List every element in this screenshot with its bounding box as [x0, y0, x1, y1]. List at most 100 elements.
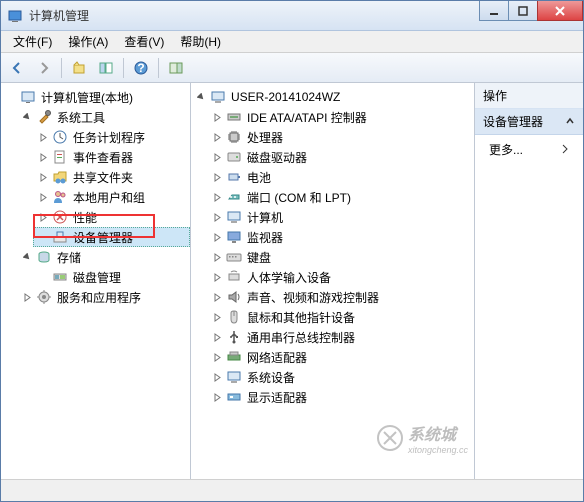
performance-icon: [52, 209, 68, 225]
expand-icon[interactable]: [37, 191, 49, 203]
device-tree[interactable]: USER-20141024WZ IDE ATA/ATAPI 控制器 处理器 磁盘…: [191, 87, 474, 407]
expand-icon[interactable]: [211, 271, 223, 283]
expand-icon[interactable]: [211, 351, 223, 363]
action-more[interactable]: 更多...: [475, 135, 583, 164]
menu-action[interactable]: 操作(A): [60, 31, 116, 52]
forward-button[interactable]: [32, 56, 56, 80]
port-icon: [226, 189, 242, 205]
ide-controller-icon: [226, 109, 242, 125]
collapse-icon[interactable]: [21, 251, 33, 263]
expand-icon[interactable]: [37, 171, 49, 183]
storage-icon: [36, 249, 52, 265]
expand-icon[interactable]: [211, 231, 223, 243]
back-button[interactable]: [5, 56, 29, 80]
expand-icon[interactable]: [211, 151, 223, 163]
disk-drive-icon: [226, 149, 242, 165]
tree-label: 端口 (COM 和 LPT): [245, 188, 353, 207]
device-node-ide[interactable]: IDE ATA/ATAPI 控制器: [207, 107, 474, 127]
show-hide-tree-button[interactable]: [94, 56, 118, 80]
tree-node-disk-management[interactable]: 磁盘管理: [33, 267, 190, 287]
svg-text:?: ?: [137, 61, 144, 75]
system-device-icon: [226, 369, 242, 385]
tree-label: 通用串行总线控制器: [245, 328, 357, 347]
expand-icon[interactable]: [211, 191, 223, 203]
tree-label: 设备管理器: [71, 228, 135, 247]
expand-icon[interactable]: [211, 171, 223, 183]
shared-folder-icon: [52, 169, 68, 185]
toolbar-separator: [158, 58, 159, 78]
device-node-sound[interactable]: 声音、视频和游戏控制器: [207, 287, 474, 307]
device-node-network[interactable]: 网络适配器: [207, 347, 474, 367]
expand-icon[interactable]: [211, 291, 223, 303]
window-title: 计算机管理: [29, 7, 89, 24]
close-button[interactable]: [537, 1, 583, 21]
expand-icon[interactable]: [211, 371, 223, 383]
tree-node-event-viewer[interactable]: 事件查看器: [33, 147, 190, 167]
expand-icon[interactable]: [211, 211, 223, 223]
tree-node-storage[interactable]: 存储: [17, 247, 190, 267]
device-node-computer[interactable]: 计算机: [207, 207, 474, 227]
tree-node-local-users[interactable]: 本地用户和组: [33, 187, 190, 207]
expand-icon[interactable]: [21, 291, 33, 303]
tree-node-device-manager[interactable]: 设备管理器: [33, 227, 190, 247]
tree-node-task-scheduler[interactable]: 任务计划程序: [33, 127, 190, 147]
up-button[interactable]: [67, 56, 91, 80]
tree-label: 服务和应用程序: [55, 288, 143, 307]
tree-label: 鼠标和其他指针设备: [245, 308, 357, 327]
device-node-hid[interactable]: 人体学输入设备: [207, 267, 474, 287]
action-more-label: 更多...: [489, 141, 523, 158]
device-node-root[interactable]: USER-20141024WZ: [191, 87, 474, 107]
collapse-icon[interactable]: [195, 91, 207, 103]
collapse-icon[interactable]: [21, 111, 33, 123]
device-node-battery[interactable]: 电池: [207, 167, 474, 187]
tree-label: 系统工具: [55, 108, 107, 127]
computer-mgmt-icon: [20, 89, 36, 105]
display-adapter-icon: [226, 389, 242, 405]
users-icon: [52, 189, 68, 205]
expand-icon[interactable]: [211, 131, 223, 143]
maximize-button[interactable]: [508, 1, 538, 21]
device-node-mouse[interactable]: 鼠标和其他指针设备: [207, 307, 474, 327]
expander-icon[interactable]: [5, 91, 17, 103]
device-node-display[interactable]: 显示适配器: [207, 387, 474, 407]
device-node-cpu[interactable]: 处理器: [207, 127, 474, 147]
tree-node-services[interactable]: 服务和应用程序: [17, 287, 190, 307]
expand-icon[interactable]: [37, 211, 49, 223]
menu-help[interactable]: 帮助(H): [172, 31, 229, 52]
tree-node-system-tools[interactable]: 系统工具: [17, 107, 190, 127]
device-node-monitors[interactable]: 监视器: [207, 227, 474, 247]
expand-icon[interactable]: [211, 251, 223, 263]
device-node-ports[interactable]: 端口 (COM 和 LPT): [207, 187, 474, 207]
tools-icon: [36, 109, 52, 125]
device-node-system-devices[interactable]: 系统设备: [207, 367, 474, 387]
menu-file[interactable]: 文件(F): [5, 31, 60, 52]
tree-label: 计算机管理(本地): [39, 88, 135, 107]
network-icon: [226, 349, 242, 365]
expand-icon[interactable]: [211, 391, 223, 403]
chevron-up-icon[interactable]: [565, 115, 575, 129]
body-area: 计算机管理(本地) 系统工具: [1, 83, 583, 479]
tree-label: 存储: [55, 248, 83, 267]
console-tree[interactable]: 计算机管理(本地) 系统工具: [1, 87, 190, 307]
expand-icon[interactable]: [37, 131, 49, 143]
minimize-button[interactable]: [479, 1, 509, 21]
monitor-icon: [226, 229, 242, 245]
tree-label: 性能: [71, 208, 99, 227]
device-node-disk-drives[interactable]: 磁盘驱动器: [207, 147, 474, 167]
tree-label: 系统设备: [245, 368, 297, 387]
tree-node-performance[interactable]: 性能: [33, 207, 190, 227]
device-node-keyboards[interactable]: 键盘: [207, 247, 474, 267]
expand-icon[interactable]: [211, 311, 223, 323]
tree-node-root[interactable]: 计算机管理(本地): [1, 87, 190, 107]
device-node-usb[interactable]: 通用串行总线控制器: [207, 327, 474, 347]
expand-icon[interactable]: [211, 111, 223, 123]
chevron-right-icon: [561, 143, 569, 157]
tree-node-shared-folders[interactable]: 共享文件夹: [33, 167, 190, 187]
help-button[interactable]: ?: [129, 56, 153, 80]
menu-view[interactable]: 查看(V): [116, 31, 172, 52]
menubar: 文件(F) 操作(A) 查看(V) 帮助(H): [1, 31, 583, 53]
tree-label: 电池: [245, 168, 273, 187]
action-pane-button[interactable]: [164, 56, 188, 80]
expand-icon[interactable]: [37, 151, 49, 163]
expand-icon[interactable]: [211, 331, 223, 343]
